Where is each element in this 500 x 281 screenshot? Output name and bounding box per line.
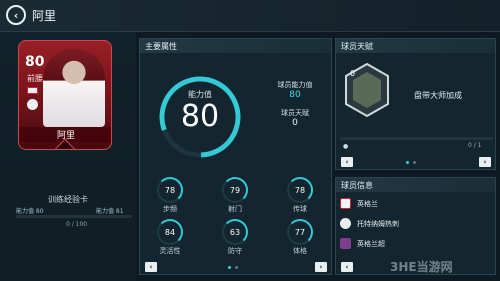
stat-value: 63 (229, 227, 241, 237)
player-ability-label: 球员能力值 (277, 81, 313, 89)
stat-label: 防守 (228, 247, 242, 255)
page-dot-active (228, 266, 231, 269)
stat-passing: 78 传球 (286, 177, 314, 214)
player-info-title: 球员信息 (336, 178, 495, 192)
training-card-label: 训练经验卡 (48, 195, 88, 204)
stat-ring: 79 (222, 177, 248, 203)
stat-physical: 77 体格 (286, 219, 314, 256)
page-dot-active (406, 161, 409, 164)
player-card[interactable]: 80 前腰 阿里 (18, 40, 112, 150)
talent-title: 球员天赋 (336, 39, 495, 53)
player-talent-label: 球员天赋 (281, 109, 309, 117)
stat-ring: 63 (222, 219, 248, 245)
stat-ring: 78 (287, 177, 313, 203)
xp-progress-text: 0 / 100 (66, 221, 88, 228)
stat-ring: 77 (287, 219, 313, 245)
info-prev-button[interactable]: ‹ (341, 262, 353, 272)
stat-shooting: 79 射门 (221, 177, 249, 214)
info-row-club: 托特纳姆热刺 (340, 216, 492, 231)
stat-label: 射门 (228, 205, 242, 213)
player-photo (43, 49, 105, 127)
stat-value: 84 (164, 227, 176, 237)
talent-counter: 0 / 1 (468, 142, 482, 149)
info-text: 托特纳姆热刺 (357, 219, 399, 228)
stat-value: 79 (229, 185, 241, 195)
page-dot (413, 161, 416, 164)
stat-label: 体格 (293, 247, 307, 255)
card-rating: 80 (25, 54, 45, 70)
talent-next-button[interactable]: › (479, 157, 491, 167)
talent-panel: 球员天赋 0 盘带大师加成 ● 0 / 1 ‹ › (335, 38, 496, 170)
england-flag-icon (27, 87, 38, 94)
page-dot (235, 266, 238, 269)
power-next-label: 能力值 81 (96, 208, 124, 215)
page-title: 阿里 (32, 9, 57, 23)
club-crest-icon (27, 99, 38, 110)
top-bar: ‹ 阿里 (0, 0, 500, 32)
player-talent-value: 0 (292, 118, 298, 128)
stat-defending: 63 防守 (221, 219, 249, 256)
chevron-left-icon: ‹ (149, 263, 153, 271)
stat-value: 78 (164, 185, 176, 195)
attributes-prev-button[interactable]: ‹ (145, 262, 157, 272)
player-ability-value: 80 (289, 90, 301, 100)
power-current-label: 能力值 80 (16, 208, 44, 215)
info-text: 英格兰 (357, 199, 378, 208)
info-row-nation: 英格兰 (340, 196, 492, 211)
drop-icon: ● (343, 143, 349, 150)
stat-agility: 84 灵活性 (156, 219, 184, 256)
attributes-panel: 主要属性 能力值 80 球员能力值 80 球员天赋 0 78 步频 79 射门 … (139, 38, 332, 275)
talent-level: 0 (350, 69, 356, 78)
league-logo-icon (340, 238, 351, 249)
chevron-left-icon: ‹ (345, 158, 349, 166)
attributes-title: 主要属性 (140, 39, 331, 53)
england-flag-icon (340, 198, 351, 209)
talent-prev-button[interactable]: ‹ (341, 157, 353, 167)
talent-progress-bar (340, 137, 493, 140)
talent-name: 盘带大师加成 (414, 91, 462, 100)
stat-label: 灵活性 (159, 247, 181, 255)
card-position: 前腰 (27, 74, 43, 83)
info-text: 英格兰超 (357, 239, 385, 248)
info-row-league: 英格兰超 (340, 236, 492, 251)
back-icon: ‹ (13, 8, 19, 22)
stat-ring: 78 (157, 177, 183, 203)
stat-label: 步频 (163, 205, 177, 213)
xp-progress-bar (16, 215, 132, 218)
stat-pace: 78 步频 (156, 177, 184, 214)
watermark: 3HE当游网 (390, 260, 453, 274)
attributes-next-button[interactable]: › (315, 262, 327, 272)
stat-label: 传球 (293, 205, 307, 213)
chevron-left-icon: ‹ (345, 263, 349, 271)
stat-value: 77 (294, 227, 306, 237)
club-crest-icon (340, 218, 351, 229)
chevron-right-icon: › (483, 158, 487, 166)
stat-ring: 84 (157, 219, 183, 245)
chevron-right-icon: › (319, 263, 323, 271)
stat-value: 78 (294, 185, 306, 195)
back-button[interactable]: ‹ (6, 5, 26, 25)
ability-value: 80 (180, 99, 220, 134)
